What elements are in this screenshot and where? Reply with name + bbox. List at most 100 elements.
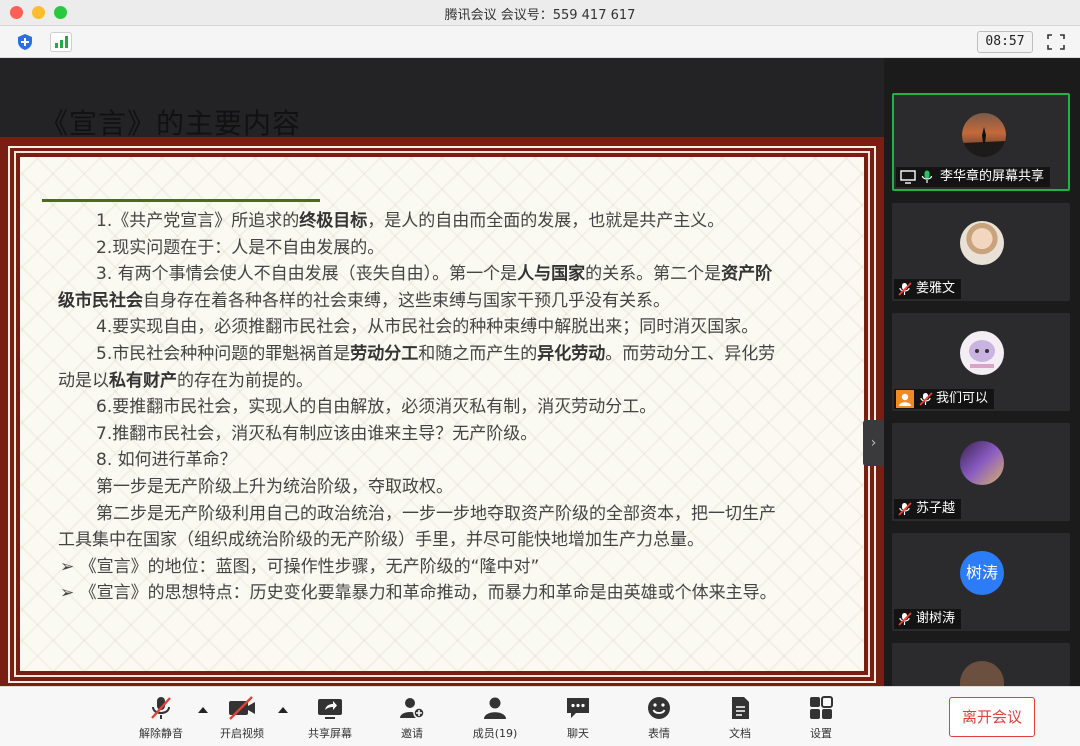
slide-text: 5.市民社会种种问题的罪魁祸首是 xyxy=(96,343,351,364)
screen-share-icon xyxy=(900,170,916,184)
slide-line: 级市民社会自身存在着各种各样的社会束缚，这些束缚与国家干预几乎没有关系。 xyxy=(58,288,848,315)
signal-icon[interactable] xyxy=(50,32,72,52)
slide-text: 2.现实问题在于：人是不自由发展的。 xyxy=(96,237,385,258)
participant-name-tag: 谢树涛 xyxy=(894,609,962,629)
video-options-caret[interactable] xyxy=(278,707,288,713)
avatar xyxy=(960,221,1004,265)
slide-text: 1.《共产党宣言》所追求的 xyxy=(96,211,300,231)
slide-text: 第二步是无产阶级利用自己的政治统治，一步一步地夺取资产阶级的全部资本，把一切生产 xyxy=(96,503,776,524)
documents-button[interactable]: 文档 xyxy=(708,695,772,743)
slide-emphasis: 资产阶 xyxy=(721,264,773,285)
invite-icon xyxy=(400,698,425,719)
user-icon xyxy=(896,390,914,408)
avatar xyxy=(960,331,1004,375)
mic-muted-icon xyxy=(919,392,933,406)
collapse-gallery-button[interactable]: › xyxy=(863,420,884,466)
participant-name-tag: 李华章的屏幕共享 xyxy=(896,167,1051,187)
slide-text: ，是人的自由而全面的发展，也就是共产主义。 xyxy=(367,211,725,231)
slide-emphasis: 异化劳动 xyxy=(537,343,606,364)
slide-text: 工具集中在国家（组织成统治阶级的无产阶级）手里，并尽可能快地增加生产力总量。 xyxy=(58,530,704,551)
slide-body: 1.《共产党宣言》所追求的终极目标，是人的自由而全面的发展，也就是共产主义。 2.… xyxy=(58,208,848,607)
slide-text: 3. 有两个事情会使人不自由发展（丧失自由）。第一个是 xyxy=(96,264,518,285)
slide-emphasis: 级市民社会 xyxy=(58,290,143,311)
participant-name-tag: 我们可以 xyxy=(894,389,995,409)
meeting-controls-bar: 解除静音 开启视频 共享屏幕 邀请 成员(19) 聊天 表情 文档 设置 离开会… xyxy=(0,686,1080,746)
slide-line: 4.要实现自由，必须推翻市民社会，从市民社会的种种束缚中解脱出来；同时消灭国家。 xyxy=(58,314,848,341)
video-off-icon xyxy=(229,696,255,720)
slide-line: 6.要推翻市民社会，实现人的自由解放，必须消灭私有制，消灭劳动分工。 xyxy=(58,394,848,421)
participant-name-tag: 苏子越 xyxy=(894,499,962,519)
title-bar: 腾讯会议 会议号：559 417 617 xyxy=(0,0,1080,26)
leave-meeting-button[interactable]: 离开会议 xyxy=(949,697,1035,737)
audio-options-caret[interactable] xyxy=(198,707,208,713)
members-button[interactable]: 成员(19) xyxy=(463,695,527,743)
mic-muted-icon xyxy=(898,612,912,626)
mic-muted-icon xyxy=(151,697,171,719)
slide-line: 2.现实问题在于：人是不自由发展的。 xyxy=(58,235,848,262)
avatar: 树涛 xyxy=(960,551,1004,595)
slide-line: 1.《共产党宣言》所追求的终极目标，是人的自由而全面的发展，也就是共产主义。 xyxy=(58,208,848,235)
unmute-button[interactable]: 解除静音 xyxy=(129,695,193,743)
slide-line: 第一步是无产阶级上升为统治阶级，夺取政权。 xyxy=(58,474,848,501)
share-screen-button[interactable]: 共享屏幕 xyxy=(298,695,362,743)
participant-gallery: 李华章的屏幕共享 姜雅文 我们可以 苏子越 树涛 谢树涛 xyxy=(884,58,1080,686)
slide-text: 和随之而产生的 xyxy=(418,343,538,364)
slide-text: 的存在为前提的。 xyxy=(177,370,313,391)
slide-emphasis: 劳动分工 xyxy=(350,343,419,364)
slide-line: 第二步是无产阶级利用自己的政治统治，一步一步地夺取资产阶级的全部资本，把一切生产 xyxy=(58,501,848,528)
slide-text: 的关系。第二个是 xyxy=(585,264,722,285)
slide-text: 自身存在着各种各样的社会束缚，这些束缚与国家干预几乎没有关系。 xyxy=(143,290,670,311)
invite-button[interactable]: 邀请 xyxy=(380,695,444,743)
participant-tile[interactable]: 树涛 谢树涛 xyxy=(892,533,1070,631)
slide-line: ➢ 《宣言》的地位：蓝图，可操作性步骤，无产阶级的“隆中对” xyxy=(58,554,848,581)
top-toolbar: 08:57 xyxy=(0,26,1080,58)
emoji-button[interactable]: 表情 xyxy=(627,695,691,743)
avatar xyxy=(960,661,1004,686)
slide-text: 动是以 xyxy=(58,370,109,391)
meeting-timer: 08:57 xyxy=(977,31,1033,53)
mic-muted-icon xyxy=(898,282,912,296)
participant-tile[interactable]: 姜雅文 xyxy=(892,203,1070,301)
participant-tile[interactable] xyxy=(892,643,1070,686)
slide-text: ➢ 《宣言》的思想特点：历史变化要靠暴力和革命推动，而暴力和革命是由英雄或个体来… xyxy=(60,583,777,604)
shield-icon[interactable] xyxy=(16,33,34,51)
slide-text: ➢ 《宣言》的地位：蓝图，可操作性步骤，无产阶级的“隆中对” xyxy=(60,556,540,577)
slide-emphasis: 人与国家 xyxy=(517,264,586,285)
slide-line: 5.市民社会种种问题的罪魁祸首是劳动分工和随之而产生的异化劳动。而劳动分工、异化… xyxy=(58,341,848,368)
participant-name-tag: 姜雅文 xyxy=(894,279,962,299)
fullscreen-icon[interactable] xyxy=(1046,33,1066,51)
participant-tile[interactable]: 李华章的屏幕共享 xyxy=(892,93,1070,191)
chat-icon xyxy=(567,698,589,718)
slide-text: 7.推翻市民社会，消灭私有制应该由谁来主导？无产阶级。 xyxy=(96,423,538,444)
slide-title: 《宣言》的主要内容 xyxy=(40,107,302,140)
settings-button[interactable]: 设置 xyxy=(789,695,853,743)
avatar xyxy=(960,441,1004,485)
emoji-icon xyxy=(648,697,670,719)
slide-text: 。而劳动分工、异化劳 xyxy=(605,343,776,364)
document-icon xyxy=(732,697,749,719)
share-screen-icon xyxy=(318,699,342,719)
meeting-window: 腾讯会议 会议号：559 417 617 08:57 › 《宣言》的主要内容 1… xyxy=(0,0,1080,746)
settings-icon xyxy=(810,696,833,719)
slide-line: ➢ 《宣言》的思想特点：历史变化要靠暴力和革命推动，而暴力和革命是由英雄或个体来… xyxy=(58,580,848,607)
mic-muted-icon xyxy=(898,502,912,516)
slide-line: 8. 如何进行革命？ xyxy=(58,447,848,474)
slide-line: 7.推翻市民社会，消灭私有制应该由谁来主导？无产阶级。 xyxy=(58,421,848,448)
slide-emphasis: 终极目标 xyxy=(299,211,368,231)
members-icon xyxy=(484,697,506,719)
slide-text: 第一步是无产阶级上升为统治阶级，夺取政权。 xyxy=(96,476,453,497)
window-title: 腾讯会议 会议号：559 417 617 xyxy=(444,8,636,23)
start-video-button[interactable]: 开启视频 xyxy=(210,695,274,743)
slide-text: 8. 如何进行革命？ xyxy=(96,450,237,471)
slide-emphasis: 私有财产 xyxy=(109,370,177,391)
slide-text: 6.要推翻市民社会，实现人的自由解放，必须消灭私有制，消灭劳动分工。 xyxy=(96,397,657,418)
participant-tile[interactable]: 苏子越 xyxy=(892,423,1070,521)
slide-line: 动是以私有财产的存在为前提的。 xyxy=(58,368,848,395)
avatar xyxy=(962,113,1006,157)
participant-tile[interactable]: 我们可以 xyxy=(892,313,1070,411)
mic-on-icon xyxy=(921,170,933,183)
chat-button[interactable]: 聊天 xyxy=(546,695,610,743)
slide-text: 4.要实现自由，必须推翻市民社会，从市民社会的种种束缚中解脱出来；同时消灭国家。 xyxy=(96,317,759,338)
title-underline xyxy=(42,199,320,202)
slide-line: 3. 有两个事情会使人不自由发展（丧失自由）。第一个是人与国家的关系。第二个是资… xyxy=(58,261,848,288)
